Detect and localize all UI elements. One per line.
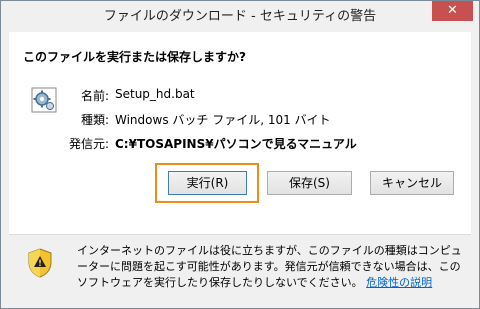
run-button[interactable]: 実行(R) — [168, 171, 247, 195]
risk-explanation-link[interactable]: 危険性の説明 — [366, 276, 432, 289]
file-name-value: Setup_hd.bat — [115, 87, 195, 101]
file-type-value: Windows バッチ ファイル, 101 バイト — [115, 113, 331, 127]
security-warning-dialog: ファイルのダウンロード - セキュリティの警告 ✕ このファイルを実行または保存… — [0, 0, 480, 309]
file-type-label: 種類: — [80, 113, 109, 127]
question-text: このファイルを実行または保存しますか? — [23, 50, 246, 64]
warning-message: インターネットのファイルは役に立ちますが、このファイルの種類はコンピューターに問… — [77, 243, 467, 291]
file-name-label: 名前: — [80, 89, 109, 103]
title-bar[interactable]: ファイルのダウンロード - セキュリティの警告 ✕ — [1, 1, 479, 33]
window-title: ファイルのダウンロード - セキュリティの警告 — [103, 9, 377, 24]
shield-warning-icon — [28, 248, 52, 278]
separator — [9, 234, 471, 235]
cancel-button[interactable]: キャンセル — [370, 171, 454, 195]
file-from-value: C:¥TOSAPINS¥パソコンで見るマニュアル — [115, 137, 357, 151]
file-from-label: 発信元: — [68, 137, 109, 151]
dialog-content: このファイルを実行または保存しますか? 名前: Setup_hd.bat 種類:… — [9, 32, 471, 234]
save-button[interactable]: 保存(S) — [267, 171, 352, 195]
close-button[interactable]: ✕ — [432, 1, 473, 21]
